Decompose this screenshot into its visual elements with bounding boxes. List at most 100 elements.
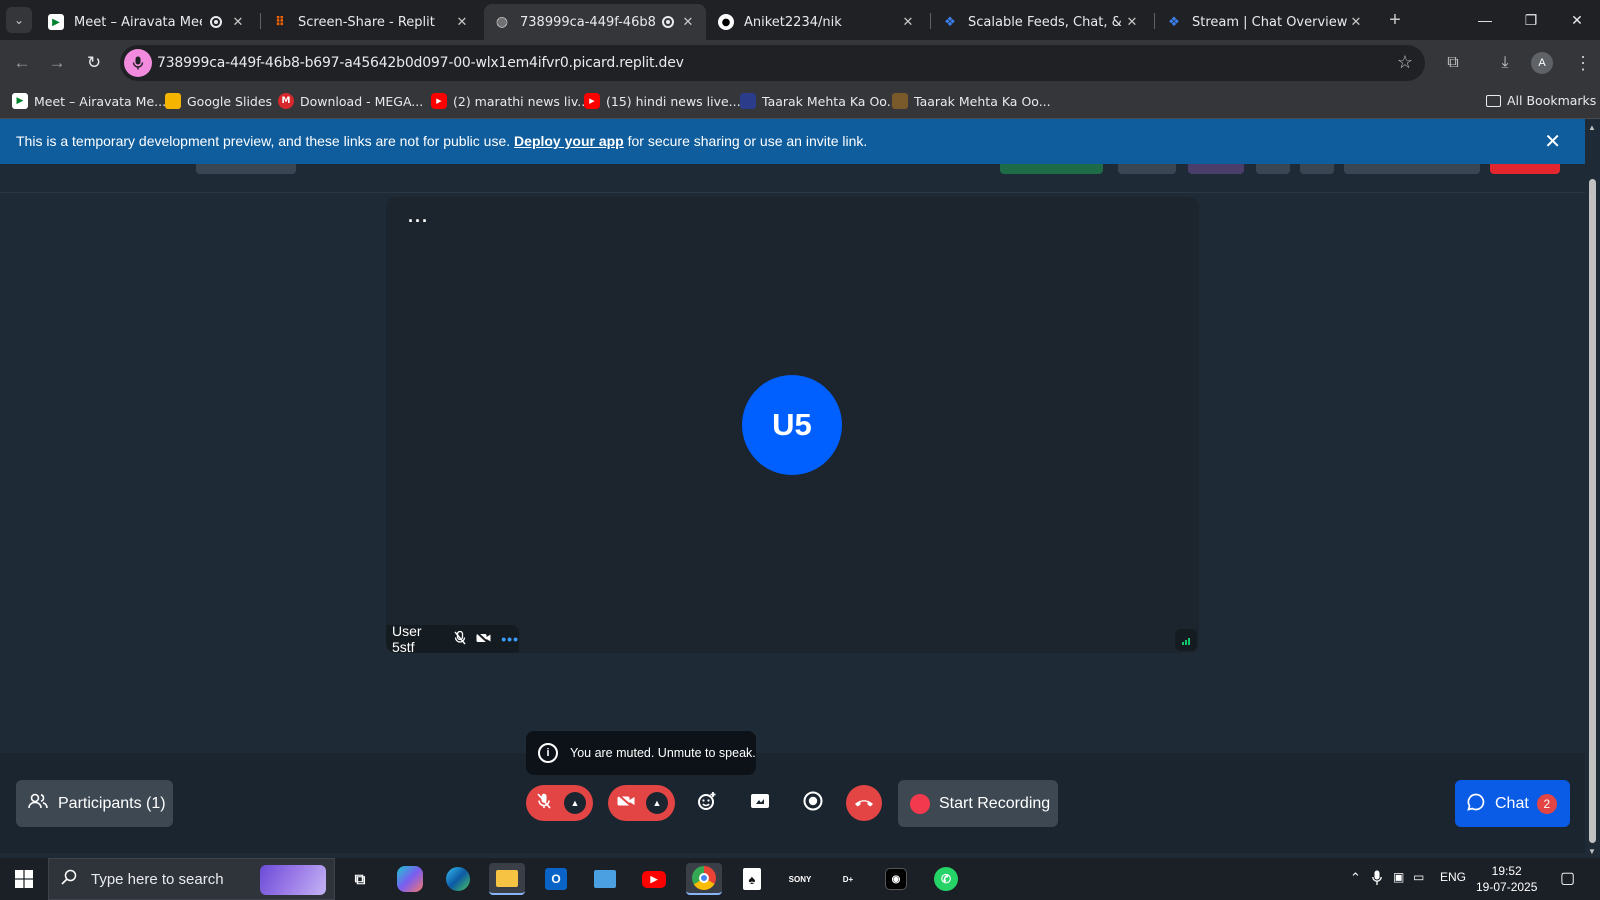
solitaire-icon[interactable]: ♠ bbox=[734, 863, 770, 895]
task-view-icon[interactable]: ⧉ bbox=[342, 863, 378, 895]
edge-icon[interactable] bbox=[440, 863, 476, 895]
close-tab-icon[interactable]: ✕ bbox=[230, 15, 246, 30]
folder-icon bbox=[1486, 94, 1501, 107]
whatsapp-icon[interactable]: ✆ bbox=[928, 863, 964, 895]
stream-icon: ❖ bbox=[1168, 14, 1180, 30]
scroll-up-arrow-icon[interactable]: ▲ bbox=[1588, 123, 1596, 132]
tray-chevron-up-icon[interactable]: ⌃ bbox=[1350, 870, 1361, 886]
tab-title: Stream | Chat Overview bbox=[1192, 14, 1348, 30]
close-tab-icon[interactable]: ✕ bbox=[900, 15, 916, 30]
download-icon[interactable]: ⤓ bbox=[1492, 50, 1518, 76]
new-tab-plus-icon[interactable]: + bbox=[1382, 7, 1408, 33]
stream-icon: ❖ bbox=[944, 14, 956, 30]
tab-meet[interactable]: ▶ Meet – Airavata Meeting ✕ bbox=[38, 4, 256, 40]
chrome-icon[interactable] bbox=[686, 863, 722, 895]
recording-indicator-icon bbox=[210, 16, 222, 28]
tab-separator bbox=[930, 13, 931, 29]
tray-network-icon[interactable]: ▭ bbox=[1413, 870, 1424, 884]
participants-button[interactable]: Participants (1) bbox=[16, 780, 173, 827]
tab-replit[interactable]: ⠿ Screen-Share - Replit ✕ bbox=[262, 4, 480, 40]
copilot-icon[interactable] bbox=[397, 866, 423, 892]
close-window-icon[interactable]: ✕ bbox=[1554, 0, 1600, 40]
bookmark-item[interactable]: Taarak Mehta Ka Oo... bbox=[740, 93, 899, 109]
close-tab-icon[interactable]: ✕ bbox=[1348, 15, 1364, 30]
restore-icon[interactable]: ❐ bbox=[1508, 0, 1554, 40]
file-explorer-icon[interactable] bbox=[489, 863, 525, 895]
youtube-icon[interactable]: ▶ bbox=[636, 863, 672, 895]
control-panel-icon[interactable] bbox=[587, 863, 623, 895]
bookmark-star-icon[interactable]: ☆ bbox=[1397, 52, 1413, 73]
microphone-toggle-button[interactable]: ▲ bbox=[526, 785, 593, 821]
back-arrow-icon[interactable]: ← bbox=[9, 50, 35, 76]
language-indicator[interactable]: ENG bbox=[1440, 870, 1466, 884]
recording-indicator-icon bbox=[662, 16, 674, 28]
close-tab-icon[interactable]: ✕ bbox=[680, 15, 696, 30]
info-icon: i bbox=[538, 743, 558, 763]
tray-microphone-icon[interactable] bbox=[1372, 870, 1382, 889]
extensions-puzzle-icon[interactable]: ⧉ bbox=[1440, 50, 1466, 76]
tab-stream-feeds[interactable]: ❖ Scalable Feeds, Chat, & Vide ✕ bbox=[932, 4, 1150, 40]
bookmark-label: Meet – Airavata Me... bbox=[34, 93, 167, 109]
disney-hotstar-icon[interactable]: D+ bbox=[830, 863, 866, 895]
mega-icon: M bbox=[278, 93, 294, 109]
close-tab-icon[interactable]: ✕ bbox=[1124, 15, 1140, 30]
participant-name-bar: User 5stf ••• bbox=[386, 623, 519, 655]
camera-options-caret-icon[interactable]: ▲ bbox=[646, 792, 668, 814]
recording-dot-icon bbox=[910, 793, 930, 814]
notification-center-icon[interactable]: ▢ bbox=[1560, 868, 1575, 888]
bookmark-label: (15) hindi news live... bbox=[606, 93, 741, 109]
reload-icon[interactable]: ↻ bbox=[81, 50, 107, 76]
scrollbar-thumb[interactable] bbox=[1589, 179, 1596, 843]
menu-kebab-icon[interactable]: ⋮ bbox=[1570, 50, 1596, 76]
start-recording-button[interactable]: Start Recording bbox=[898, 780, 1058, 827]
chat-label: Chat bbox=[1495, 794, 1529, 812]
all-bookmarks-label: All Bookmarks bbox=[1507, 93, 1597, 108]
page-scrollbar[interactable]: ▲ ▼ bbox=[1585, 119, 1600, 857]
people-icon bbox=[28, 793, 48, 814]
bookmark-item[interactable]: ▶ (15) hindi news live... bbox=[584, 93, 741, 109]
address-bar[interactable]: 738999ca-449f-46b8-b697-a45642b0d097-00-… bbox=[120, 45, 1425, 81]
leave-call-button[interactable] bbox=[846, 785, 882, 821]
bookmark-item[interactable]: Google Slides bbox=[165, 93, 272, 109]
sony-liv-icon[interactable]: SONY bbox=[782, 863, 818, 895]
outlook-icon[interactable]: O bbox=[538, 863, 574, 895]
microphone-in-use-icon[interactable] bbox=[124, 49, 152, 77]
tab-search-chevron-icon[interactable]: ⌄ bbox=[6, 7, 32, 33]
all-bookmarks[interactable]: All Bookmarks bbox=[1486, 93, 1596, 108]
windows-start-icon[interactable] bbox=[0, 858, 48, 900]
reaction-button[interactable] bbox=[689, 785, 725, 821]
tab-preview-active[interactable]: ◍ 738999ca-449f-46b8-b69 ✕ bbox=[484, 4, 706, 40]
bookmark-label: Taarak Mehta Ka Oo... bbox=[914, 93, 1051, 109]
tray-camera-icon[interactable]: ▣ bbox=[1393, 870, 1404, 884]
tab-github[interactable]: ● Aniket2234/nik ✕ bbox=[708, 4, 926, 40]
close-banner-icon[interactable]: ✕ bbox=[1544, 129, 1561, 154]
forward-arrow-icon[interactable]: → bbox=[44, 50, 70, 76]
tab-stream-chat[interactable]: ❖ Stream | Chat Overview ✕ bbox=[1156, 4, 1374, 40]
record-toggle-button[interactable] bbox=[795, 785, 831, 821]
bookmark-label: Google Slides bbox=[187, 93, 273, 109]
participant-avatar: U5 bbox=[742, 375, 842, 475]
minimize-icon[interactable]: — bbox=[1462, 0, 1508, 40]
participant-more-icon[interactable]: ••• bbox=[501, 631, 519, 647]
bookmark-item[interactable]: M Download - MEGA... bbox=[278, 93, 423, 109]
connection-quality-icon bbox=[1175, 629, 1197, 651]
mic-options-caret-icon[interactable]: ▲ bbox=[564, 792, 586, 814]
system-clock[interactable]: 19:52 19-07-2025 bbox=[1476, 863, 1537, 895]
app-icon[interactable]: ◉ bbox=[878, 863, 914, 895]
screen-share-button[interactable] bbox=[742, 785, 778, 821]
camera-toggle-button[interactable]: ▲ bbox=[608, 785, 675, 821]
profile-avatar[interactable]: A bbox=[1531, 52, 1553, 74]
bookmark-label: Download - MEGA... bbox=[300, 93, 424, 109]
chat-button[interactable]: Chat 2 bbox=[1455, 780, 1570, 827]
bookmark-item[interactable]: Taarak Mehta Ka Oo... bbox=[892, 93, 1051, 109]
tile-options-icon[interactable]: ··· bbox=[408, 211, 429, 232]
close-tab-icon[interactable]: ✕ bbox=[454, 15, 470, 30]
github-icon: ● bbox=[718, 14, 734, 30]
deploy-app-link[interactable]: Deploy your app bbox=[514, 133, 624, 149]
bookmark-item[interactable]: ▶ (2) marathi news liv... bbox=[431, 93, 589, 109]
scroll-down-arrow-icon[interactable]: ▼ bbox=[1588, 847, 1596, 856]
tab-title: 738999ca-449f-46b8-b69 bbox=[520, 14, 656, 30]
bookmark-item[interactable]: ▶ Meet – Airavata Me... bbox=[12, 93, 166, 109]
tooltip-text: You are muted. Unmute to speak. bbox=[570, 746, 756, 760]
taskbar-search-box[interactable]: Type here to search bbox=[48, 858, 335, 900]
